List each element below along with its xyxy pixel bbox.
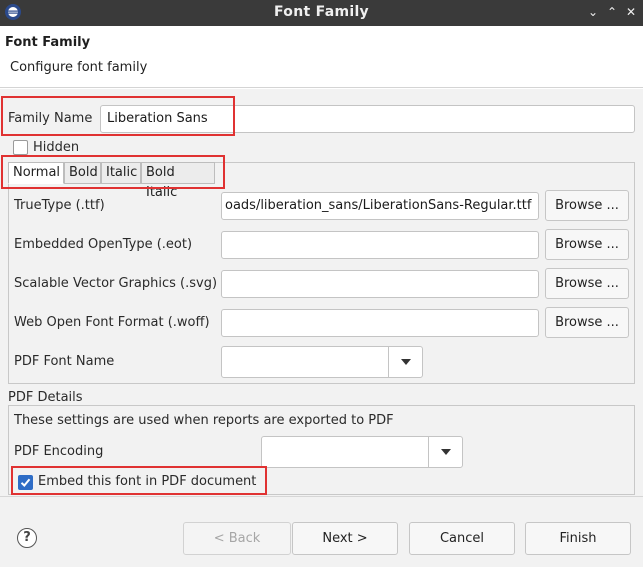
- page-title: Font Family: [5, 35, 91, 50]
- check-icon: [20, 478, 31, 487]
- tab-bold[interactable]: Bold: [64, 162, 101, 184]
- pdf-details-description: These settings are used when reports are…: [14, 413, 394, 428]
- truetype-label: TrueType (.ttf): [14, 198, 105, 213]
- pdf-font-name-combo[interactable]: [221, 346, 423, 378]
- page-subtitle: Configure font family: [10, 60, 148, 75]
- woff-label: Web Open Font Format (.woff): [14, 315, 210, 330]
- pdf-font-name-label: PDF Font Name: [14, 354, 115, 369]
- family-name-input[interactable]: Liberation Sans: [100, 105, 635, 133]
- hidden-label: Hidden: [33, 140, 80, 155]
- style-tabs: Normal Bold Italic Bold Italic: [8, 162, 228, 200]
- truetype-path-input[interactable]: oads/liberation_sans/LiberationSans-Regu…: [221, 192, 539, 220]
- svg-path-input[interactable]: [221, 270, 539, 298]
- back-button[interactable]: < Back: [183, 522, 291, 555]
- maximize-icon[interactable]: ⌃: [604, 4, 620, 20]
- window-titlebar: Font Family ⌄ ⌃ ✕: [0, 0, 643, 26]
- pdf-encoding-combo[interactable]: [261, 436, 463, 468]
- finish-button[interactable]: Finish: [525, 522, 631, 555]
- cancel-button[interactable]: Cancel: [409, 522, 515, 555]
- footer-divider: [0, 496, 643, 497]
- woff-path-input[interactable]: [221, 309, 539, 337]
- hidden-checkbox[interactable]: [13, 140, 28, 155]
- chevron-down-icon[interactable]: [428, 437, 462, 467]
- eot-browse-button[interactable]: Browse ...: [545, 229, 629, 260]
- eot-label: Embedded OpenType (.eot): [14, 237, 193, 252]
- tab-bold-italic[interactable]: Bold Italic: [141, 162, 215, 200]
- woff-browse-button[interactable]: Browse ...: [545, 307, 629, 338]
- help-icon[interactable]: ?: [17, 528, 37, 548]
- window-title: Font Family: [274, 4, 369, 20]
- tab-normal[interactable]: Normal: [8, 162, 64, 184]
- chevron-down-icon[interactable]: [388, 347, 422, 377]
- embed-font-label: Embed this font in PDF document: [38, 474, 257, 489]
- minimize-icon[interactable]: ⌄: [585, 4, 601, 20]
- eot-path-input[interactable]: [221, 231, 539, 259]
- family-name-label: Family Name: [8, 111, 93, 126]
- close-icon[interactable]: ✕: [623, 4, 639, 20]
- pdf-encoding-label: PDF Encoding: [14, 444, 104, 459]
- tab-italic[interactable]: Italic: [101, 162, 141, 184]
- wizard-header: Font Family Configure font family: [0, 26, 643, 88]
- pdf-details-title: PDF Details: [8, 390, 87, 405]
- svg-label: Scalable Vector Graphics (.svg): [14, 276, 218, 291]
- svg-browse-button[interactable]: Browse ...: [545, 268, 629, 299]
- embed-font-checkbox[interactable]: [18, 475, 33, 490]
- next-button[interactable]: Next >: [292, 522, 398, 555]
- truetype-browse-button[interactable]: Browse ...: [545, 190, 629, 221]
